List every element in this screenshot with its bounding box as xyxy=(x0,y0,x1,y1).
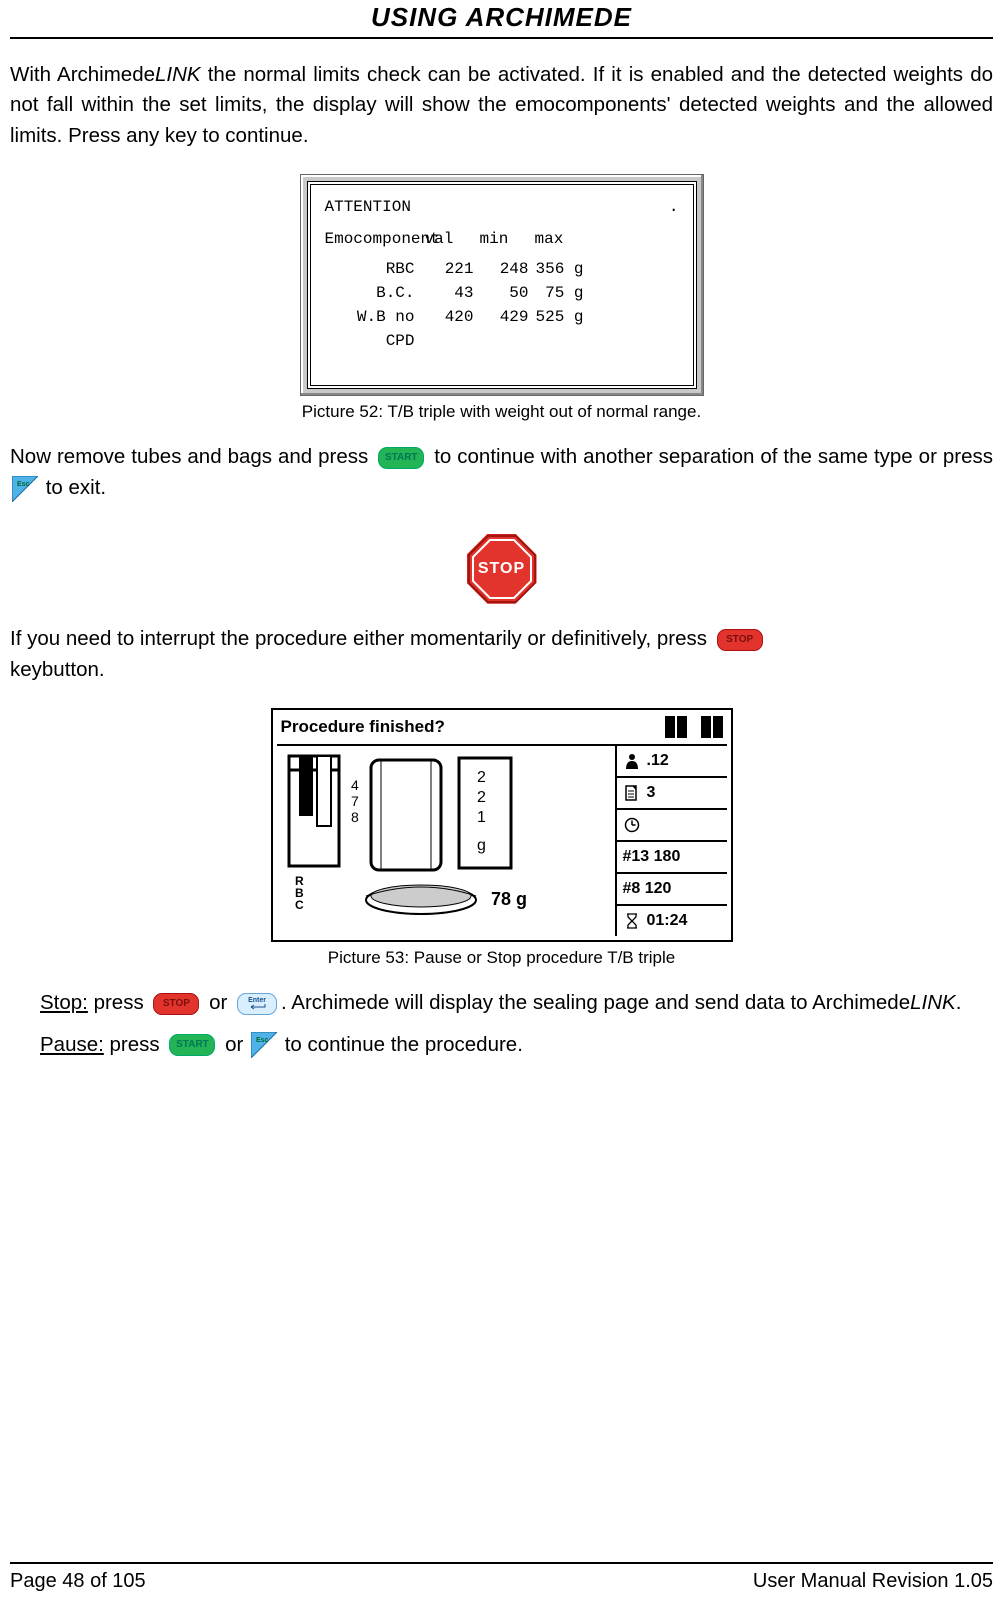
stat-row: 3 xyxy=(617,778,727,810)
hourglass-icon xyxy=(623,913,641,929)
barcode-icon xyxy=(665,716,723,738)
svg-text:7: 7 xyxy=(351,793,359,809)
picture-52-caption: Picture 52: T/B triple with weight out o… xyxy=(10,402,993,422)
header-rule xyxy=(10,37,993,39)
stat-row: #13 180 xyxy=(617,842,727,874)
stop-sign-label: STOP xyxy=(478,560,525,578)
svg-text:Esc: Esc xyxy=(256,1037,269,1044)
cell: 356 g xyxy=(535,257,590,281)
picture-53-caption: Picture 53: Pause or Stop procedure T/B … xyxy=(10,948,993,968)
stat-value: 01:24 xyxy=(647,912,688,930)
hdr-val: val xyxy=(425,227,480,251)
procedure-finished-screen: Procedure finished? R B C xyxy=(271,708,733,942)
start-key-icon: START xyxy=(378,447,424,469)
stat-value: 3 xyxy=(647,784,656,802)
page-title: USING ARCHIMEDE xyxy=(10,0,993,37)
p3b: keybutton. xyxy=(10,658,105,681)
cell: 50 xyxy=(480,281,535,305)
cell: 248 xyxy=(480,257,535,281)
stop-sign-icon: STOP xyxy=(467,534,537,604)
stop-e: . xyxy=(956,991,962,1014)
stat-value: .12 xyxy=(647,752,669,770)
p3a: If you need to interrupt the procedure e… xyxy=(10,627,713,650)
cell: 75 g xyxy=(535,281,590,305)
stop-key-icon: STOP xyxy=(153,993,199,1015)
cell: 420 xyxy=(425,305,480,353)
stop-link: LINK xyxy=(910,991,956,1014)
svg-text:1: 1 xyxy=(477,809,486,826)
start-key-icon: START xyxy=(169,1034,215,1056)
stat-value: #8 120 xyxy=(623,880,672,898)
svg-text:2: 2 xyxy=(477,789,486,806)
table-row: W.B no CPD 420 429 525 g xyxy=(325,305,679,353)
svg-text:8: 8 xyxy=(351,809,359,825)
procedure-finished-title: Procedure finished? xyxy=(281,717,445,737)
page-footer: Page 48 of 105 User Manual Revision 1.05 xyxy=(10,1562,993,1593)
pause-c: to continue the procedure. xyxy=(285,1033,523,1056)
p2b: to continue with another separation of t… xyxy=(434,445,993,468)
intro-t1a: With Archimede xyxy=(10,63,155,86)
hdr-min: min xyxy=(480,227,535,251)
esc-key-icon: Esc xyxy=(14,478,36,500)
person-icon xyxy=(623,753,641,769)
pause-instruction: Pause: press START or Esc to continue th… xyxy=(10,1030,993,1061)
stop-instruction: Stop: press STOP or Enter . Archimede wi… xyxy=(10,988,993,1019)
esc-key-icon: Esc xyxy=(253,1034,275,1056)
stop-b: or xyxy=(209,991,233,1014)
pause-b: or xyxy=(225,1033,249,1056)
attention-screen: ATTENTION . Emocomponent val min max RBC… xyxy=(300,174,704,396)
interrupt-paragraph: If you need to interrupt the procedure e… xyxy=(10,624,993,686)
table-row: RBC 221 248 356 g xyxy=(325,257,679,281)
footer-page: Page 48 of 105 xyxy=(10,1570,146,1593)
hdr-max: max xyxy=(535,227,590,251)
cell: 525 g xyxy=(535,305,590,353)
cell: 429 xyxy=(480,305,535,353)
svg-text:4: 4 xyxy=(351,777,359,793)
svg-text:g: g xyxy=(477,837,486,854)
svg-text:Esc: Esc xyxy=(17,481,30,488)
stop-key-icon: STOP xyxy=(717,629,763,651)
procedure-right-panel: .12 3 #13 180 xyxy=(615,744,727,936)
pause-label: Pause: xyxy=(40,1033,104,1056)
document-icon xyxy=(623,785,641,801)
stat-row: 01:24 xyxy=(617,906,727,936)
enter-key-icon: Enter xyxy=(237,993,277,1015)
stat-value: #13 180 xyxy=(623,848,681,866)
attention-header-row: Emocomponent val min max xyxy=(325,227,679,257)
stop-c: . Archimede will display the sealing pag… xyxy=(281,991,910,1014)
attention-label: ATTENTION xyxy=(325,195,411,219)
stat-row: #8 120 xyxy=(617,874,727,906)
svg-text:C: C xyxy=(295,898,304,912)
cell: 43 xyxy=(425,281,480,305)
stop-a: press xyxy=(88,991,150,1014)
hdr-emocomponent: Emocomponent xyxy=(325,227,425,251)
procedure-left-panel: R B C 4 7 8 2 2 xyxy=(277,744,615,936)
stat-row: .12 xyxy=(617,746,727,778)
footer-revision: User Manual Revision 1.05 xyxy=(753,1570,993,1593)
cell: W.B no CPD xyxy=(325,305,425,353)
p2a: Now remove tubes and bags and press xyxy=(10,445,374,468)
cell: 221 xyxy=(425,257,480,281)
attention-dot: . xyxy=(669,195,679,219)
clock-icon xyxy=(623,817,641,833)
p2c: to exit. xyxy=(46,476,106,499)
intro-link: LINK xyxy=(155,63,201,86)
intro-paragraph: With ArchimedeLINK the normal limits che… xyxy=(10,60,993,152)
svg-text:2: 2 xyxy=(477,769,486,786)
pause-a: press xyxy=(104,1033,166,1056)
cell: B.C. xyxy=(325,281,425,305)
remove-bags-paragraph: Now remove tubes and bags and press STAR… xyxy=(10,442,993,504)
stat-row xyxy=(617,810,727,842)
cell: RBC xyxy=(325,257,425,281)
table-row: B.C. 43 50 75 g xyxy=(325,281,679,305)
svg-text:78 g: 78 g xyxy=(491,889,527,909)
stop-label: Stop: xyxy=(40,991,88,1014)
